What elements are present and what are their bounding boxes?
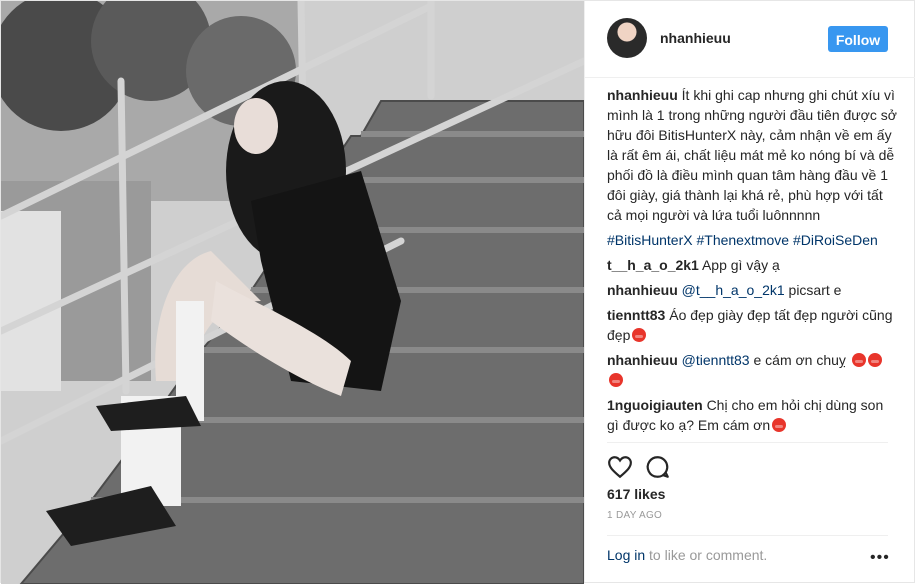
comment-username[interactable]: nhanhieuu — [607, 352, 678, 368]
post-timestamp[interactable]: 1 DAY AGO — [607, 510, 662, 521]
comment-item: nhanhieuu @tienntt83 e cám ơn chuỵ — [607, 350, 897, 390]
tongue-emoji-icon — [609, 373, 623, 387]
comment-username[interactable]: nhanhieuu — [607, 282, 678, 298]
post-photo[interactable] — [1, 1, 584, 584]
avatar[interactable] — [607, 18, 647, 58]
divider — [607, 535, 888, 536]
login-link[interactable]: Log in — [607, 547, 645, 563]
comment-text: e cám ơn chuỵ — [749, 352, 846, 368]
likes-count[interactable]: 617 likes — [607, 486, 665, 502]
comment-username[interactable]: 1nguoigiauten — [607, 397, 703, 413]
heart-eyes-emoji-icon — [772, 418, 787, 432]
post-side-panel: nhanhieuu Follow nhanhieuu Ít khi ghi ca… — [584, 1, 915, 582]
comment-text: picsart e — [784, 282, 842, 298]
caption-hashtags: #BitisHunterX #Thenextmove #DiRoiSeDen — [607, 230, 897, 250]
tongue-emoji-icon — [851, 353, 866, 367]
divider — [607, 442, 888, 443]
hashtags[interactable]: #BitisHunterX #Thenextmove #DiRoiSeDen — [607, 232, 878, 248]
login-prompt-text: to like or comment. — [645, 547, 768, 563]
post-header: nhanhieuu Follow — [585, 1, 915, 78]
comment-item: 1nguoigiauten Chị cho em hỏi chị dùng so… — [607, 395, 897, 435]
comment-item: tienntt83 Áo đẹp giày đẹp tất đẹp người … — [607, 305, 897, 345]
tongue-emoji-icon — [867, 353, 882, 367]
more-options-icon[interactable]: ••• — [870, 549, 890, 567]
caption-username[interactable]: nhanhieuu — [607, 87, 678, 103]
comment-username[interactable]: tienntt83 — [607, 307, 665, 323]
follow-button[interactable]: Follow — [828, 26, 888, 52]
login-prompt: Log in to like or comment. — [607, 547, 767, 563]
photo-illustration — [1, 1, 584, 584]
caption-text: Ít khi ghi cap nhưng ghi chút xíu vì mìn… — [607, 87, 897, 223]
instagram-post: nhanhieuu Follow nhanhieuu Ít khi ghi ca… — [0, 0, 915, 584]
comment-item: nhanhieuu @t__h_a_o_2k1 picsart e — [607, 280, 897, 300]
heart-icon[interactable] — [607, 454, 633, 480]
comment-item: t__h_a_o_2k1 App gì vậy ạ — [607, 255, 897, 275]
comment-mention[interactable]: @tienntt83 — [682, 352, 750, 368]
comment-mention[interactable]: @t__h_a_o_2k1 — [682, 282, 785, 298]
heart-eyes-emoji-icon — [632, 328, 647, 342]
comment-username[interactable]: t__h_a_o_2k1 — [607, 257, 699, 273]
caption: nhanhieuu Ít khi ghi cap nhưng ghi chút … — [607, 85, 897, 225]
comment-text: App gì vậy ạ — [701, 257, 780, 273]
comments-list: nhanhieuu Ít khi ghi cap nhưng ghi chút … — [607, 85, 897, 440]
header-username[interactable]: nhanhieuu — [660, 30, 731, 46]
comment-bubble-icon[interactable] — [645, 454, 671, 480]
